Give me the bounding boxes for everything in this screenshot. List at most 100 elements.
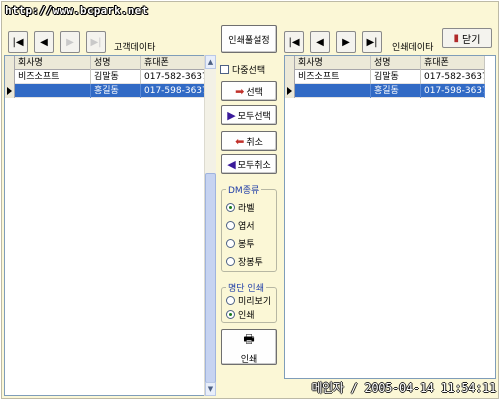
cancel-all-button[interactable]: ◀ 모두취소	[221, 154, 277, 174]
next-icon: ▶	[66, 36, 74, 48]
cancel-button[interactable]: ⬅ 취소	[221, 131, 277, 151]
table-row[interactable]: 비즈소프트 김말동 017-582-3637	[285, 70, 485, 84]
scroll-up-button[interactable]: ▲	[205, 55, 216, 69]
current-row-indicator	[5, 84, 15, 98]
right-panel-title: 인쇄데이타	[392, 43, 434, 53]
print-settings-button[interactable]: 인쇄풀설정	[221, 25, 277, 53]
vertical-scrollbar[interactable]: ▲ ▼	[204, 55, 216, 396]
col-phone[interactable]: 휴대폰	[421, 56, 485, 70]
radio-icon[interactable]	[226, 296, 235, 305]
cell-phone[interactable]: 017-582-3637	[141, 70, 205, 84]
left-panel-title: 고객데이타	[114, 43, 156, 53]
select-label: 선택	[246, 87, 263, 98]
last-record-button-right[interactable]: ▶|	[362, 31, 382, 53]
last-icon: ▶|	[366, 36, 378, 48]
row-indicator-header	[285, 56, 295, 70]
cancel-label: 취소	[246, 137, 263, 148]
author-timestamp: 메인자 / 2005-04-14 11:54:11	[311, 381, 496, 395]
first-icon: |◀	[12, 36, 24, 48]
scroll-down-button[interactable]: ▼	[205, 382, 216, 396]
last-icon: ▶|	[90, 36, 102, 48]
prev-icon: ◀	[40, 36, 48, 48]
option-text: 인쇄	[238, 311, 255, 321]
radio-icon[interactable]	[226, 221, 235, 230]
prev-record-button[interactable]: ◀	[34, 31, 54, 53]
scroll-up-icon: ▲	[207, 58, 214, 66]
row-indicator-header	[5, 56, 15, 70]
print-option-preview[interactable]: 미리보기	[226, 294, 271, 307]
radio-icon[interactable]	[226, 239, 235, 248]
dm-option-envelope[interactable]: 봉투	[226, 237, 255, 250]
first-icon: |◀	[288, 36, 300, 48]
table-row-selected[interactable]: 홍길동 017-598-3637	[5, 84, 205, 98]
option-text: 미리보기	[238, 297, 272, 307]
multi-select-checkbox[interactable]: 다중선택	[220, 63, 265, 76]
current-row-indicator	[285, 84, 295, 98]
dm-option-label[interactable]: 라벨	[226, 201, 255, 214]
prev-record-button-right[interactable]: ◀	[310, 31, 330, 53]
option-text: 엽서	[238, 222, 255, 232]
last-record-button[interactable]: ▶|	[86, 31, 106, 53]
cell-phone[interactable]: 017-598-3637	[141, 84, 205, 98]
close-button[interactable]: ▮ 닫기	[442, 28, 492, 48]
next-record-button-right[interactable]: ▶	[336, 31, 356, 53]
radio-icon[interactable]	[226, 257, 235, 266]
option-text: 장봉투	[238, 258, 263, 268]
scroll-down-icon: ▼	[207, 385, 214, 393]
door-icon: ▮	[453, 32, 460, 44]
cell-name[interactable]: 홍길동	[371, 84, 421, 98]
row-indicator	[285, 70, 295, 84]
print-option-print[interactable]: 인쇄	[226, 308, 255, 321]
checkbox-box[interactable]	[220, 65, 229, 74]
cell-phone[interactable]: 017-598-3637	[421, 84, 485, 98]
cell-company[interactable]	[15, 84, 91, 98]
double-arrow-right-icon: ▶	[227, 108, 236, 122]
row-indicator	[5, 70, 15, 84]
watermark-url: http://www.bcpark.net	[5, 4, 149, 17]
grid-header: 회사명 성명 휴대폰	[285, 56, 485, 70]
col-phone[interactable]: 휴대폰	[141, 56, 205, 70]
cell-name[interactable]: 홍길동	[91, 84, 141, 98]
radio-icon[interactable]	[226, 310, 235, 319]
print-settings-label: 인쇄풀설정	[228, 35, 270, 46]
table-row[interactable]: 비즈소프트 김말동 017-582-3637	[5, 70, 205, 84]
print-list-title: 명단 인쇄	[226, 281, 266, 294]
cell-company[interactable]: 비즈소프트	[295, 70, 371, 84]
dm-type-title: DM종류	[226, 183, 262, 196]
next-icon: ▶	[342, 36, 350, 48]
cancel-all-label: 모두취소	[237, 160, 271, 171]
option-text: 라벨	[238, 204, 255, 214]
arrow-right-icon: ➡	[235, 84, 245, 98]
col-name[interactable]: 성명	[91, 56, 141, 70]
cell-name[interactable]: 김말동	[371, 70, 421, 84]
option-text: 봉투	[238, 240, 255, 250]
col-company[interactable]: 회사명	[15, 56, 91, 70]
scroll-thumb[interactable]	[205, 173, 216, 383]
multi-select-label: 다중선택	[232, 66, 266, 76]
print-button[interactable]: 🖶 인쇄	[221, 329, 277, 365]
cell-phone[interactable]: 017-582-3637	[421, 70, 485, 84]
print-label: 인쇄	[240, 354, 258, 365]
grid-header: 회사명 성명 휴대폰	[5, 56, 205, 70]
cell-name[interactable]: 김말동	[91, 70, 141, 84]
col-name[interactable]: 성명	[371, 56, 421, 70]
table-row-selected[interactable]: 홍길동 017-598-3637	[285, 84, 485, 98]
double-arrow-left-icon: ◀	[227, 157, 236, 171]
select-all-button[interactable]: ▶ 모두선택	[221, 105, 277, 125]
radio-icon[interactable]	[226, 203, 235, 212]
first-record-button[interactable]: |◀	[8, 31, 28, 53]
print-grid[interactable]: 회사명 성명 휴대폰 비즈소프트 김말동 017-582-3637 홍길동 01…	[284, 55, 496, 379]
select-all-label: 모두선택	[237, 111, 271, 122]
dm-option-long-envelope[interactable]: 장봉투	[226, 255, 263, 268]
prev-icon: ◀	[316, 36, 324, 48]
dm-option-postcard[interactable]: 엽서	[226, 219, 255, 232]
next-record-button[interactable]: ▶	[60, 31, 80, 53]
first-record-button-right[interactable]: |◀	[284, 31, 304, 53]
arrow-left-icon: ⬅	[235, 134, 245, 148]
customer-grid[interactable]: 회사명 성명 휴대폰 비즈소프트 김말동 017-582-3637 홍길동 01…	[4, 55, 216, 396]
close-label: 닫기	[462, 34, 481, 46]
select-button[interactable]: ➡ 선택	[221, 81, 277, 101]
cell-company[interactable]: 비즈소프트	[15, 70, 91, 84]
cell-company[interactable]	[295, 84, 371, 98]
col-company[interactable]: 회사명	[295, 56, 371, 70]
